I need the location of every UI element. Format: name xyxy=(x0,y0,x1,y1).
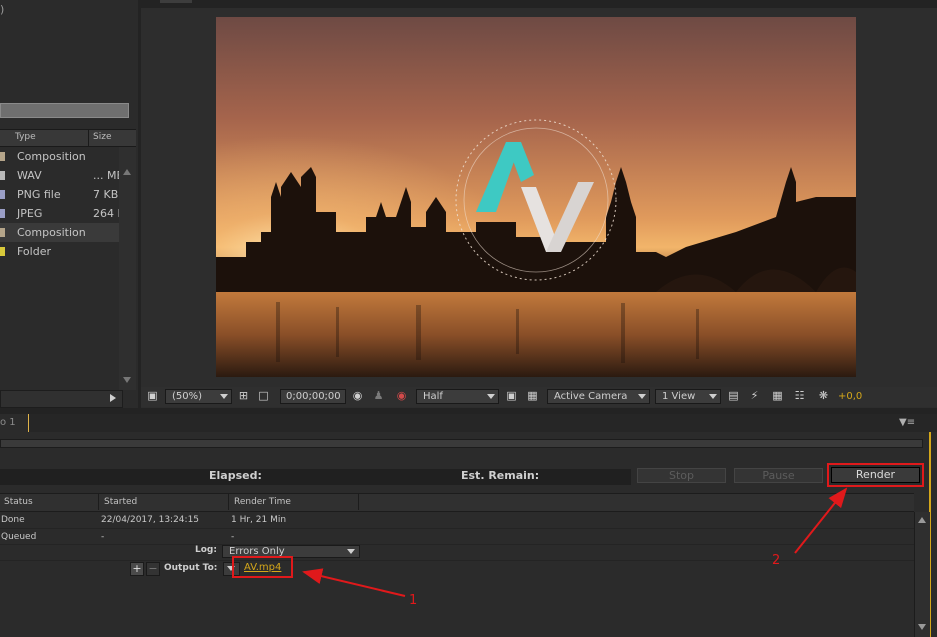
arrow-to-render xyxy=(794,487,848,554)
annotation-arrows xyxy=(302,487,848,597)
annotation-number-1: 1 xyxy=(409,593,418,608)
arrow-to-output xyxy=(302,568,406,597)
annotation-number-2: 2 xyxy=(772,553,781,568)
